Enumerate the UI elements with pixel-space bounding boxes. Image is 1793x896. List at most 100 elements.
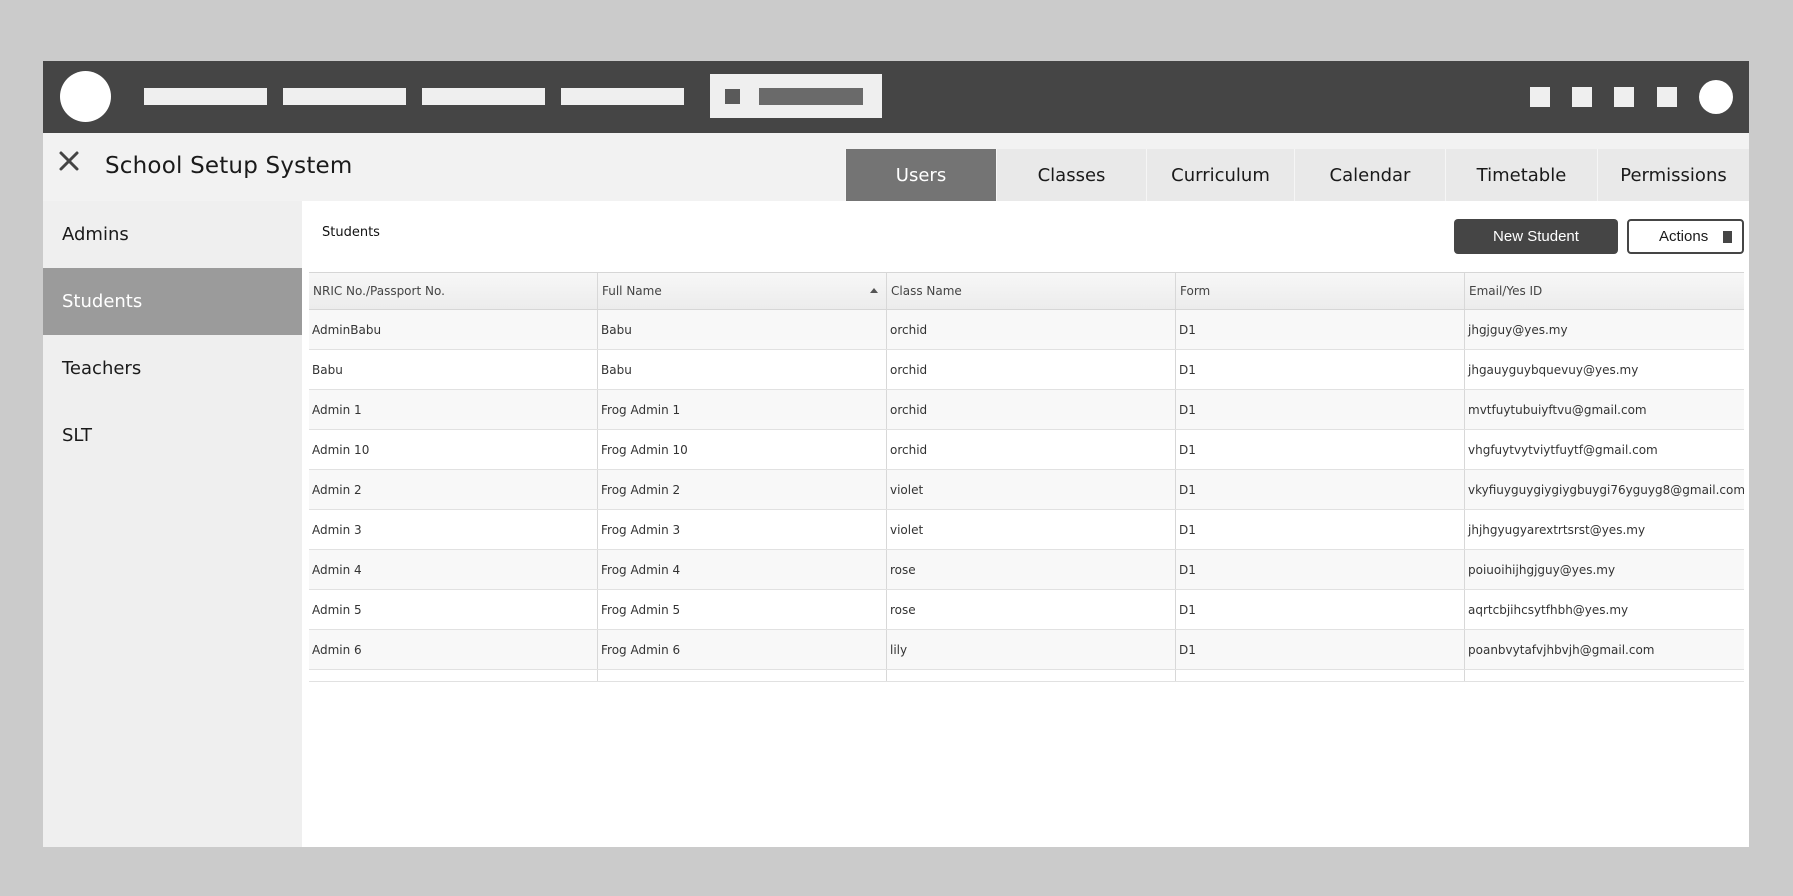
avatar[interactable] — [1699, 80, 1733, 114]
cell-form: D1 — [1176, 550, 1465, 589]
table-row[interactable]: Admin 2 Frog Admin 2 violet D1 vkyfiuygu… — [309, 470, 1744, 510]
toolbar-icon-4[interactable] — [1657, 87, 1677, 107]
cell-email: vkyfiuyguygiygiygbuygi76yguyg8@gmail.com — [1468, 482, 1744, 497]
tab-permissions[interactable]: Permissions — [1597, 149, 1749, 201]
cell-nric: Admin 1 — [309, 390, 598, 429]
new-student-button[interactable]: New Student — [1454, 219, 1618, 254]
sort-ascending-icon[interactable] — [870, 288, 878, 293]
close-icon[interactable] — [57, 149, 81, 173]
cell-class-name: rose — [887, 550, 1176, 589]
tab-classes[interactable]: Classes — [996, 149, 1146, 201]
app-window: School Setup System Users Classes Curric… — [43, 61, 1749, 847]
cell-nric: Admin 6 — [309, 630, 598, 669]
cell-class-name: orchid — [887, 390, 1176, 429]
cell-nric: Admin 4 — [309, 550, 598, 589]
search-input[interactable] — [710, 74, 882, 118]
table-row[interactable]: Admin 4 Frog Admin 4 rose D1 poiuoihijhg… — [309, 550, 1744, 590]
column-header-form[interactable]: Form — [1176, 273, 1465, 309]
cell-email: jhgauyguybquevuy@yes.my — [1468, 362, 1639, 377]
actions-button[interactable]: Actions — [1627, 219, 1744, 254]
cell-empty — [598, 670, 887, 681]
search-placeholder-bar — [759, 88, 863, 105]
cell-class-name: violet — [887, 470, 1176, 509]
nav-link-placeholder-1[interactable] — [144, 88, 267, 105]
cell-form: D1 — [1176, 430, 1465, 469]
column-header-class-name[interactable]: Class Name — [887, 273, 1176, 309]
cell-form: D1 — [1176, 590, 1465, 629]
table-row[interactable]: Admin 1 Frog Admin 1 orchid D1 mvtfuytub… — [309, 390, 1744, 430]
cell-empty — [887, 670, 1176, 681]
table-row[interactable]: Admin 10 Frog Admin 10 orchid D1 vhgfuyt… — [309, 430, 1744, 470]
cell-class-name: orchid — [887, 430, 1176, 469]
cell-email: vhgfuytvytviytfuytf@gmail.com — [1468, 442, 1658, 457]
tab-users[interactable]: Users — [845, 149, 996, 201]
sidebar-item-admins[interactable]: Admins — [43, 201, 302, 268]
toolbar-icon-3[interactable] — [1614, 87, 1634, 107]
page-title: School Setup System — [105, 153, 353, 179]
cell-email: aqrtcbjihcsytfhbh@yes.my — [1468, 602, 1629, 617]
cell-nric: AdminBabu — [309, 310, 598, 349]
table-row-partial — [309, 670, 1744, 682]
cell-empty — [309, 670, 598, 681]
tab-calendar[interactable]: Calendar — [1294, 149, 1445, 201]
dropdown-icon — [1723, 231, 1732, 243]
cell-full-name: Babu — [598, 310, 887, 349]
actions-button-label: Actions — [1659, 228, 1709, 245]
tab-curriculum[interactable]: Curriculum — [1146, 149, 1294, 201]
nav-link-placeholder-4[interactable] — [561, 88, 684, 105]
table-row[interactable]: Admin 3 Frog Admin 3 violet D1 jhjhgyugy… — [309, 510, 1744, 550]
cell-nric: Admin 3 — [309, 510, 598, 549]
cell-email: jhjhgyugyarextrtsrst@yes.my — [1468, 522, 1646, 537]
logo[interactable] — [60, 71, 111, 122]
cell-nric: Admin 5 — [309, 590, 598, 629]
table-row[interactable]: AdminBabu Babu orchid D1 jhgjguy@yes.my — [309, 310, 1744, 350]
column-header-full-name[interactable]: Full Name — [598, 273, 887, 309]
column-header-label: Full Name — [602, 284, 662, 298]
cell-nric: Admin 10 — [309, 430, 598, 469]
column-header-nric[interactable]: NRIC No./Passport No. — [309, 273, 598, 309]
cell-class-name: orchid — [887, 310, 1176, 349]
table-row[interactable]: Admin 5 Frog Admin 5 rose D1 aqrtcbjihcs… — [309, 590, 1744, 630]
toolbar-icon-1[interactable] — [1530, 87, 1550, 107]
cell-form: D1 — [1176, 510, 1465, 549]
cell-empty — [1465, 670, 1744, 681]
nav-link-placeholder-3[interactable] — [422, 88, 545, 105]
cell-email: poiuoihijhgjguy@yes.my — [1468, 562, 1616, 577]
cell-class-name: lily — [887, 630, 1176, 669]
table-body: AdminBabu Babu orchid D1 jhgjguy@yes.my … — [309, 310, 1744, 682]
sidebar-item-students[interactable]: Students — [43, 268, 302, 335]
app-header: School Setup System Users Classes Curric… — [43, 133, 1749, 201]
cell-class-name: rose — [887, 590, 1176, 629]
cell-full-name: Frog Admin 10 — [598, 430, 887, 469]
search-icon — [725, 89, 740, 104]
table-row[interactable]: Babu Babu orchid D1 jhgauyguybquevuy@yes… — [309, 350, 1744, 390]
cell-nric: Admin 2 — [309, 470, 598, 509]
cell-form: D1 — [1176, 470, 1465, 509]
table-header: NRIC No./Passport No. Full Name Class Na… — [309, 272, 1744, 310]
column-header-email[interactable]: Email/Yes ID — [1465, 273, 1744, 309]
cell-full-name: Frog Admin 3 — [598, 510, 887, 549]
sidebar: Admins Students Teachers SLT — [43, 201, 302, 847]
students-table: NRIC No./Passport No. Full Name Class Na… — [309, 272, 1744, 682]
main-panel: Students New Student Actions NRIC No./Pa… — [302, 201, 1749, 847]
sidebar-item-teachers[interactable]: Teachers — [43, 335, 302, 402]
section-title: Students — [322, 225, 380, 240]
nav-link-placeholder-2[interactable] — [283, 88, 406, 105]
toolbar-icon-2[interactable] — [1572, 87, 1592, 107]
cell-empty — [1176, 670, 1465, 681]
top-navigation-bar — [43, 61, 1749, 133]
cell-full-name: Frog Admin 1 — [598, 390, 887, 429]
cell-full-name: Frog Admin 6 — [598, 630, 887, 669]
cell-form: D1 — [1176, 390, 1465, 429]
cell-nric: Babu — [309, 350, 598, 389]
tab-timetable[interactable]: Timetable — [1445, 149, 1597, 201]
cell-class-name: violet — [887, 510, 1176, 549]
sidebar-item-slt[interactable]: SLT — [43, 402, 302, 469]
cell-form: D1 — [1176, 630, 1465, 669]
cell-form: D1 — [1176, 310, 1465, 349]
cell-full-name: Frog Admin 4 — [598, 550, 887, 589]
cell-full-name: Frog Admin 5 — [598, 590, 887, 629]
table-row[interactable]: Admin 6 Frog Admin 6 lily D1 poanbvytafv… — [309, 630, 1744, 670]
cell-email: mvtfuytubuiyftvu@gmail.com — [1468, 402, 1647, 417]
tab-bar: Users Classes Curriculum Calendar Timeta… — [845, 149, 1749, 201]
